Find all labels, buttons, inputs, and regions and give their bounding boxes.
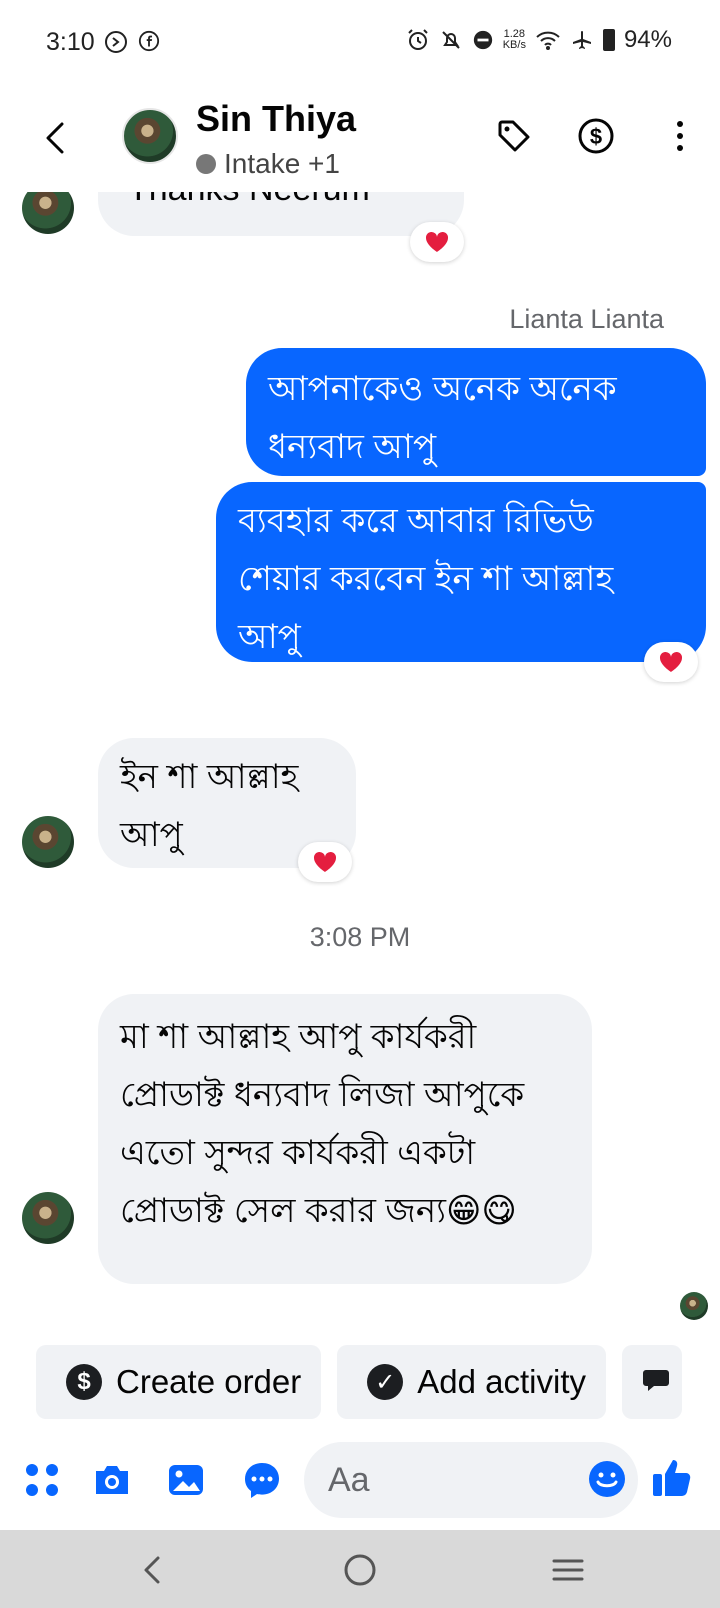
contact-avatar[interactable] [122, 108, 178, 164]
nav-back-icon[interactable] [130, 1548, 174, 1592]
message-bubble-incoming[interactable]: মা শা আল্লাহ আপু কার্যকরী প্রোডাক্ট ধন্য… [98, 994, 592, 1284]
sender-avatar [22, 192, 74, 234]
sender-label: Lianta Lianta [509, 304, 664, 334]
apps-grid-icon[interactable] [20, 1458, 64, 1502]
add-activity-button[interactable]: ✓ Add activity [337, 1345, 607, 1419]
facebook-notification-icon [138, 30, 160, 52]
heart-icon [313, 851, 337, 872]
airplane-icon [572, 31, 591, 49]
dollar-icon: $ [66, 1364, 102, 1400]
data-saver-icon [105, 31, 127, 53]
message-timestamp: 3:08 PM [309, 922, 411, 952]
create-order-button[interactable]: $ Create order [36, 1345, 322, 1419]
emoji-icon[interactable] [586, 1458, 628, 1500]
heart-icon [659, 651, 683, 672]
presence-dot [196, 154, 216, 174]
dollar-icon[interactable]: $ [576, 116, 616, 156]
camera-icon[interactable] [90, 1458, 134, 1502]
heart-reaction[interactable] [644, 642, 698, 682]
contact-name[interactable]: Sin Thiya [196, 98, 356, 140]
quick-actions-bar: $ Create order ✓ Add activity [36, 1345, 683, 1419]
dnd-icon [473, 30, 492, 50]
contact-subtitle[interactable]: Intake +1 [196, 148, 340, 180]
tag-icon[interactable] [494, 116, 534, 156]
sender-avatar[interactable] [22, 1192, 74, 1244]
nav-recents-icon[interactable] [546, 1548, 590, 1592]
gallery-icon[interactable] [164, 1458, 208, 1502]
sender-avatar[interactable] [22, 816, 74, 868]
status-time: 3:10 [46, 28, 95, 56]
contact-subtitle-text: Intake +1 [224, 148, 340, 179]
back-icon[interactable] [38, 120, 74, 156]
add-activity-label: Add activity [417, 1363, 587, 1400]
chat-bubbles-icon [643, 1370, 670, 1391]
chat-header: Sin Thiya Intake +1 $ [0, 84, 720, 192]
heart-reaction[interactable] [298, 842, 352, 882]
message-composer [0, 1440, 720, 1520]
message-bubble-outgoing[interactable]: ব্যবহার করে আবার রিভিউ শেয়ার করবেন ইন শ… [216, 482, 706, 662]
mute-icon [442, 31, 460, 49]
system-nav-bar [0, 1530, 720, 1608]
message-bubble-incoming[interactable]: Thanks Neerum [98, 192, 464, 236]
like-thumbs-up-icon[interactable] [650, 1456, 694, 1500]
nav-home-icon[interactable] [338, 1548, 382, 1592]
battery-level: 94% [623, 26, 672, 53]
message-bubble-icon[interactable] [240, 1458, 284, 1502]
message-bubble-outgoing[interactable]: আপনাকেও অনেক অনেক ধন্যবাদ আপু [246, 348, 706, 476]
more-icon[interactable] [660, 116, 700, 156]
battery-icon [602, 29, 615, 51]
heart-reaction[interactable] [410, 222, 464, 262]
wifi-icon [536, 31, 560, 50]
svg-text:$: $ [590, 124, 602, 149]
seen-indicator-avatar [680, 1292, 708, 1320]
more-actions-button[interactable] [622, 1345, 683, 1419]
heart-icon [425, 231, 449, 252]
status-bar: 3:10 1.28 KB/s 94% [0, 0, 720, 84]
network-speed: 1.28 KB/s [502, 28, 526, 51]
create-order-label: Create order [116, 1363, 302, 1400]
alarm-icon [408, 29, 428, 50]
checkmark-icon: ✓ [367, 1364, 404, 1400]
message-list[interactable]: Thanks Neerum Lianta Lianta আপনাকেও অনেক… [0, 192, 720, 1332]
